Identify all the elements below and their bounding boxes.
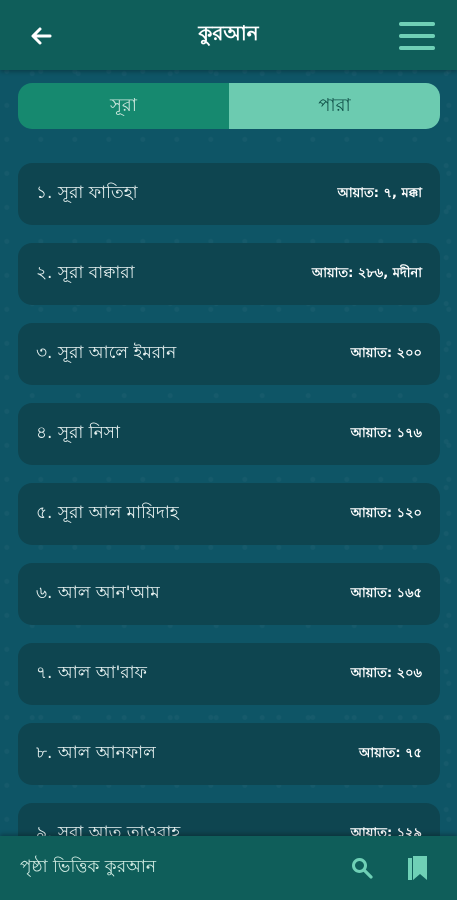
- tab-surah[interactable]: সূরা: [18, 83, 229, 129]
- surah-info: আয়াত: ৭৫: [359, 745, 422, 761]
- list-item[interactable]: ৫. সূরা আল মায়িদাহ আয়াত: ১২০: [18, 483, 440, 545]
- menu-line: [399, 22, 435, 26]
- bottom-bar: পৃষ্ঠা ভিত্তিক কুরআন: [0, 836, 457, 900]
- surah-name: ৫. সূরা আল মায়িদাহ: [36, 503, 179, 523]
- surah-info: আয়াত: ১২০: [350, 505, 422, 521]
- surah-name: ৩. সূরা আলে ইমরান: [36, 343, 177, 363]
- surah-info: আয়াত: ২৮৬, মদীনা: [311, 265, 422, 281]
- hamburger-menu-icon[interactable]: [399, 22, 435, 50]
- menu-line: [399, 46, 435, 50]
- tab-bar: সূরা পারা: [18, 83, 440, 129]
- list-item[interactable]: ৬. আল আন'আম আয়াত: ১৬৫: [18, 563, 440, 625]
- list-item[interactable]: ১. সূরা ফাতিহা আয়াত: ৭, মক্কা: [18, 163, 440, 225]
- surah-name: ৭. আল আ'রাফ: [36, 663, 147, 683]
- menu-line: [399, 34, 435, 38]
- bookmark-icon[interactable]: [405, 854, 431, 882]
- surah-name: ৮. আল আনফাল: [36, 743, 156, 763]
- list-item[interactable]: ৭. আল আ'রাফ আয়াত: ২০৬: [18, 643, 440, 705]
- list-item[interactable]: ৩. সূরা আলে ইমরান আয়াত: ২০০: [18, 323, 440, 385]
- search-icon[interactable]: [350, 856, 374, 880]
- surah-name: ১. সূরা ফাতিহা: [36, 183, 138, 203]
- app-bar: কুরআন: [0, 0, 457, 70]
- surah-name: ২. সূরা বাক্বারা: [36, 263, 135, 283]
- back-arrow-icon[interactable]: [28, 23, 54, 49]
- surah-name: ৬. আল আন'আম: [36, 583, 160, 603]
- list-item[interactable]: ৪. সূরা নিসা আয়াত: ১৭৬: [18, 403, 440, 465]
- surah-info: আয়াত: ২০০: [350, 345, 422, 361]
- surah-info: আয়াত: ২০৬: [350, 665, 422, 681]
- surah-list: ১. সূরা ফাতিহা আয়াত: ৭, মক্কা ২. সূরা ব…: [18, 163, 440, 883]
- list-item[interactable]: ৮. আল আনফাল আয়াত: ৭৫: [18, 723, 440, 785]
- surah-info: আয়াত: ১৬৫: [350, 585, 422, 601]
- tab-para[interactable]: পারা: [229, 83, 440, 129]
- surah-name: ৪. সূরা নিসা: [36, 423, 120, 443]
- page-title: কুরআন: [198, 20, 259, 45]
- page-quran-link[interactable]: পৃষ্ঠা ভিত্তিক কুরআন: [20, 854, 156, 882]
- surah-info: আয়াত: ৭, মক্কা: [337, 185, 422, 201]
- surah-info: আয়াত: ১৭৬: [350, 425, 422, 441]
- list-item[interactable]: ২. সূরা বাক্বারা আয়াত: ২৮৬, মদীনা: [18, 243, 440, 305]
